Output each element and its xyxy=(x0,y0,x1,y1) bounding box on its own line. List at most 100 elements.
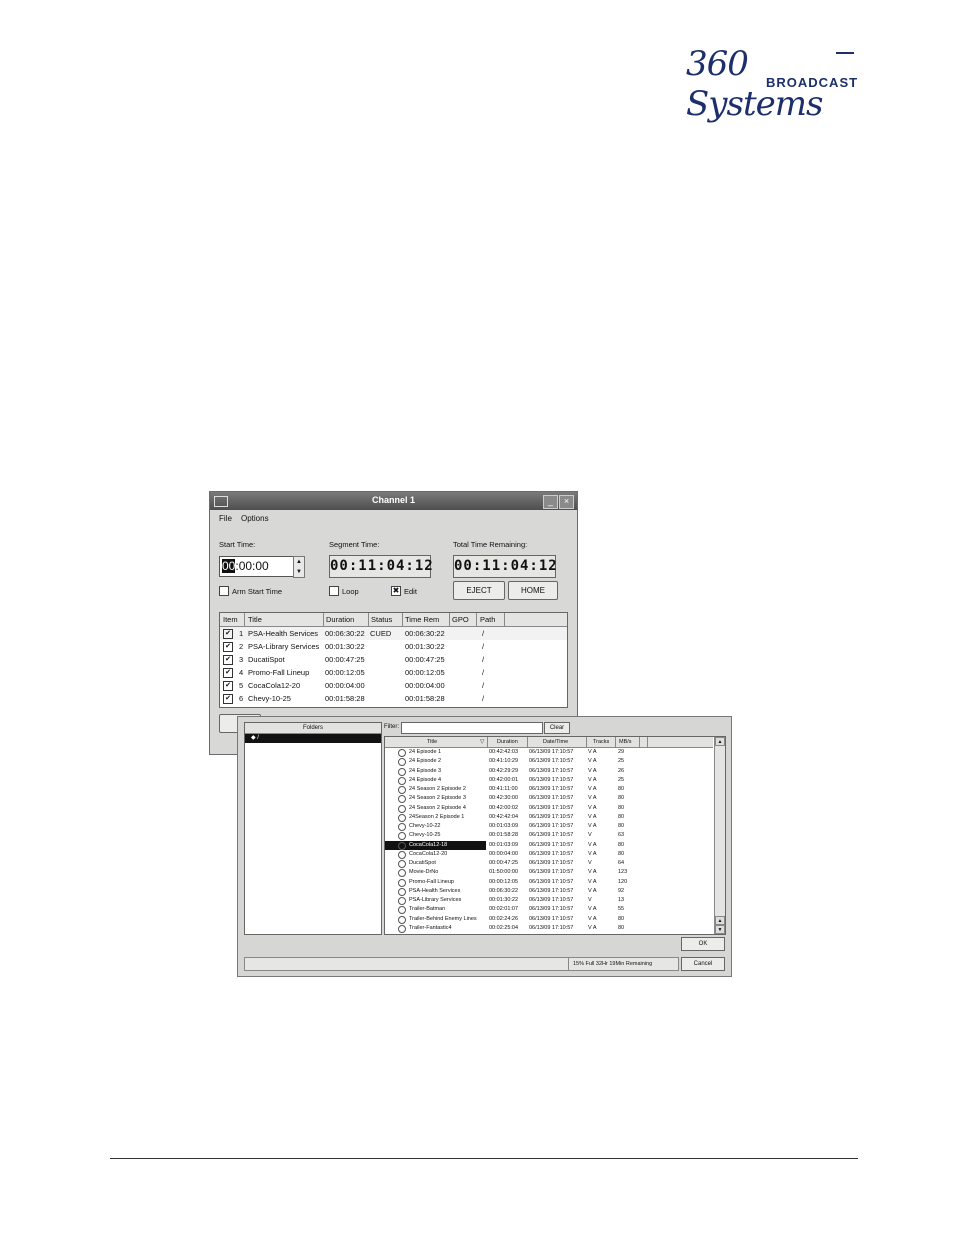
col-file-title[interactable]: Title xyxy=(427,739,437,745)
row-time-rem: 00:01:58:28 xyxy=(405,694,445,703)
clip-icon xyxy=(398,749,406,757)
col-time-rem[interactable]: Time Rem xyxy=(405,615,439,624)
col-file-mbs[interactable]: MB/s xyxy=(619,739,632,745)
file-row[interactable]: Chevy-10-22 00:01:03:09 06/13/09 17:10:57 V… xyxy=(385,822,713,831)
file-row[interactable]: PSA-Library Services 00:01:30:22 06/13/09 … xyxy=(385,896,713,905)
file-tracks: V A xyxy=(588,786,597,792)
file-title: 24Season 2 Episode 1 xyxy=(409,813,465,820)
file-row[interactable]: Promo-Fall Lineup 00:00:12:05 06/13/09 17:… xyxy=(385,878,713,887)
file-row[interactable]: Trailer-Batman 00:02:01:07 06/13/09 17:10:… xyxy=(385,905,713,915)
file-row[interactable]: 24 Season 2 Episode 3 00:42:30:00 06/13/09… xyxy=(385,794,713,804)
clip-icon xyxy=(398,924,406,933)
file-row[interactable]: 24Season 2 Episode 1 00:42:42:04 06/13/09 … xyxy=(385,813,713,822)
row-checkbox[interactable]: ✔ xyxy=(223,694,233,704)
file-row[interactable]: Movie-DrNo 01:50:00:00 06/13/09 17:10:57 V … xyxy=(385,868,713,878)
menu-options[interactable]: Options xyxy=(241,514,269,523)
playlist-row[interactable]: ✔ 5 CocaCola12-20 00:00:04:00 00:00:04:00 / xyxy=(220,679,567,692)
file-mbs: 64 xyxy=(618,860,625,866)
edit-checkbox[interactable]: ✖ xyxy=(391,586,401,596)
file-mbs: 80 xyxy=(618,841,625,848)
row-path: / xyxy=(482,694,485,703)
ok-button[interactable]: OK xyxy=(681,937,725,951)
spin-down-icon[interactable]: ▼ xyxy=(294,567,304,577)
col-gpo[interactable]: GPO xyxy=(452,615,469,624)
file-duration: 00:42:29:29 xyxy=(489,767,519,774)
file-row[interactable]: DucatiSpot 00:00:47:25 06/13/09 17:10:57 V 6… xyxy=(385,859,713,868)
row-checkbox[interactable]: ✔ xyxy=(223,629,233,639)
row-path: / xyxy=(482,629,485,638)
row-time-rem: 00:00:47:25 xyxy=(405,655,445,664)
playlist-row[interactable]: ✔ 3 DucatiSpot 00:00:47:25 00:00:47:25 / xyxy=(220,653,567,666)
file-row[interactable]: 24 Season 2 Episode 4 00:42:00:02 06/13/09… xyxy=(385,804,713,813)
col-duration[interactable]: Duration xyxy=(326,615,354,624)
scroll-up-lower-icon[interactable]: ▲ xyxy=(715,916,725,925)
file-row[interactable]: CocaCola12-20 00:00:04:00 06/13/09 17:10:5… xyxy=(385,850,713,859)
file-row[interactable]: CocaCola12-18 00:01:03:09 06/13/09 17:10:5… xyxy=(385,840,713,850)
sort-icon: ▽ xyxy=(480,739,485,745)
row-title: PSA-Library Services xyxy=(248,642,320,651)
file-row[interactable]: 24 Episode 1 00:42:42:03 06/13/09 17:10:57… xyxy=(385,748,713,757)
file-row[interactable]: 24 Season 2 Episode 2 00:41:11:00 06/13/09… xyxy=(385,785,713,794)
file-date: 06/13/09 17:10:57 xyxy=(529,850,574,857)
clip-icon xyxy=(398,860,406,868)
file-title: PSA-Health Services xyxy=(409,887,461,894)
file-row[interactable]: PSA-Health Services 00:06:30:22 06/13/09 1… xyxy=(385,887,713,896)
file-tracks: V A xyxy=(588,924,597,931)
col-file-duration[interactable]: Duration xyxy=(497,739,518,745)
scroll-down-icon[interactable]: ▼ xyxy=(715,925,725,934)
row-number: 4 xyxy=(239,668,244,677)
row-checkbox[interactable]: ✔ xyxy=(223,655,233,665)
spin-up-icon[interactable]: ▲ xyxy=(294,557,304,567)
file-row[interactable]: Trailer-Fantastic4 00:02:25:04 06/13/09 17… xyxy=(385,924,713,933)
menu-file[interactable]: File xyxy=(219,514,232,523)
file-date: 06/13/09 17:10:57 xyxy=(529,813,574,820)
file-mbs: 63 xyxy=(618,832,625,839)
playlist-row[interactable]: ✔ 2 PSA-Library Services 00:01:30:22 00:01:3… xyxy=(220,640,567,653)
minimize-button[interactable]: _ xyxy=(543,495,558,509)
row-checkbox[interactable]: ✔ xyxy=(223,642,233,652)
playlist-row[interactable]: ✔ 1 PSA-Health Services 00:06:30:22 CUED 00:0… xyxy=(220,627,567,640)
cancel-button[interactable]: Cancel xyxy=(681,957,725,971)
folder-root[interactable]: ◆ / xyxy=(245,734,381,743)
file-row[interactable]: Chevy-10-25 00:01:58:28 06/13/09 17:10:57 V… xyxy=(385,831,713,841)
col-title[interactable]: Title xyxy=(248,615,262,624)
file-row[interactable]: Trailer-Behind Enemy Lines 00:02:24:26 06/… xyxy=(385,915,713,924)
col-file-date[interactable]: Date/Time xyxy=(543,739,568,745)
file-row[interactable]: 24 Episode 4 00:42:00:01 06/13/09 17:10:57… xyxy=(385,776,713,785)
file-title: Promo-Fall Lineup xyxy=(409,878,454,885)
start-time-input[interactable]: 00:00:00 xyxy=(219,556,295,577)
file-row[interactable]: 24 Episode 2 00:41:10:29 06/13/09 17:10:57… xyxy=(385,757,713,767)
clear-button[interactable]: Clear xyxy=(544,722,570,734)
loop-checkbox[interactable] xyxy=(329,586,339,596)
scroll-up-icon[interactable]: ▲ xyxy=(715,737,725,746)
col-item[interactable]: Item xyxy=(223,615,238,624)
start-time-spinner[interactable]: ▲ ▼ xyxy=(293,556,305,578)
row-checkbox[interactable]: ✔ xyxy=(223,681,233,691)
close-button[interactable]: × xyxy=(559,495,574,509)
eject-button[interactable]: EJECT xyxy=(453,581,505,600)
file-mbs: 25 xyxy=(618,776,625,783)
file-title: CocaCola12-18 xyxy=(409,841,448,848)
file-tracks: V A xyxy=(588,804,597,811)
file-tracks: V A xyxy=(588,915,597,922)
file-duration: 00:00:12:05 xyxy=(489,878,519,885)
file-tracks: V A xyxy=(588,823,597,829)
row-checkbox[interactable]: ✔ xyxy=(223,668,233,678)
home-button[interactable]: HOME xyxy=(508,581,558,600)
window-titlebar[interactable]: Channel 1 _ × xyxy=(210,492,577,510)
playlist-row[interactable]: ✔ 4 Promo-Fall Lineup 00:00:12:05 00:00:12:0… xyxy=(220,666,567,679)
total-remaining-label: Total Time Remaining: xyxy=(453,540,528,549)
file-duration: 00:41:10:29 xyxy=(489,758,519,765)
row-title: CocaCola12-20 xyxy=(248,681,301,690)
file-row[interactable]: 24 Episode 3 00:42:29:29 06/13/09 17:10:57… xyxy=(385,767,713,776)
arm-start-checkbox[interactable] xyxy=(219,586,229,596)
col-status[interactable]: Status xyxy=(371,615,392,624)
playlist-row[interactable]: ✔ 6 Chevy-10-25 00:01:58:28 00:01:58:28 / xyxy=(220,692,567,705)
col-file-tracks[interactable]: Tracks xyxy=(593,739,609,745)
files-scrollbar[interactable]: ▲ ▲ ▼ xyxy=(714,737,725,934)
clip-icon xyxy=(398,869,406,878)
row-path: / xyxy=(482,668,485,677)
row-duration: 00:01:58:28 xyxy=(325,694,365,703)
col-path[interactable]: Path xyxy=(480,615,495,624)
filter-input[interactable] xyxy=(401,722,543,734)
